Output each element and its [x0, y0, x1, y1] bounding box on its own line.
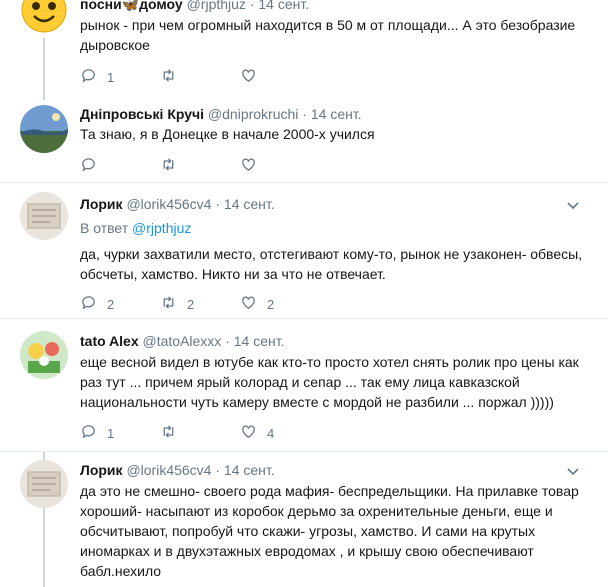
tweet-date[interactable]: 14 сент. — [234, 333, 285, 349]
like-button[interactable] — [240, 67, 267, 87]
reply-button[interactable]: 1 — [80, 423, 114, 443]
separator: · — [215, 462, 221, 478]
like-button[interactable] — [240, 156, 267, 176]
tweet-text: рынок - при чем огромный находится в 50 … — [80, 17, 576, 53]
like-icon — [240, 294, 257, 314]
user-name[interactable]: Лорик — [80, 462, 123, 478]
tweet[interactable]: Лорик @lorik456cv4 · 14 сент. да это не … — [0, 452, 608, 587]
tweet[interactable]: Лорик @lorik456cv4 · 14 сент. В ответ @r… — [0, 183, 608, 318]
user-handle[interactable]: @rjpthjuz — [187, 0, 246, 12]
reply-button[interactable]: 1 — [80, 67, 114, 87]
like-count: 4 — [267, 425, 275, 441]
retweet-button[interactable] — [160, 67, 187, 87]
retweet-icon — [160, 156, 177, 176]
retweet-icon — [160, 423, 177, 443]
user-name[interactable]: посни🦋домоу — [80, 0, 183, 12]
like-button[interactable]: 2 — [240, 294, 274, 314]
reply-count: 2 — [107, 296, 115, 312]
more-chevron-icon[interactable] — [566, 464, 580, 478]
reply-count: 1 — [107, 425, 115, 441]
tweet-date[interactable]: 14 сент. — [224, 196, 275, 212]
like-count: 2 — [267, 296, 275, 312]
user-handle[interactable]: @lorik456cv4 — [126, 462, 211, 478]
retweet-icon — [160, 67, 177, 87]
tweet-text: Та знаю, я в Донецке в начале 2000-х учи… — [80, 126, 375, 142]
like-icon — [240, 423, 257, 443]
avatar[interactable] — [20, 460, 68, 508]
reply-icon — [80, 294, 97, 314]
reply-mention-link[interactable]: @rjpthjuz — [132, 220, 191, 236]
more-chevron-icon[interactable] — [566, 198, 580, 212]
retweet-button[interactable]: 2 — [160, 294, 194, 314]
tweet-date[interactable]: 14 сент. — [224, 462, 275, 478]
reply-icon — [80, 156, 97, 176]
avatar[interactable] — [20, 192, 68, 240]
user-handle[interactable]: @dniprokruchi — [208, 106, 298, 122]
reply-count: 1 — [107, 69, 115, 85]
user-name[interactable]: tato Alex — [80, 333, 139, 349]
tweet[interactable]: посни🦋домоу @rjpthjuz · 14 сент. рынок -… — [0, 0, 608, 100]
avatar[interactable] — [20, 105, 68, 153]
retweet-count: 2 — [187, 296, 195, 312]
tweet[interactable]: tato Alex @tatoAlexxx · 14 сент. еще вес… — [0, 319, 608, 451]
reply-button[interactable]: 2 — [80, 294, 114, 314]
user-handle[interactable]: @lorik456cv4 — [126, 196, 211, 212]
like-icon — [240, 67, 257, 87]
tweet[interactable]: Дніпровські Кручі @dniprokruchi · 14 сен… — [0, 100, 608, 182]
separator: · — [225, 333, 230, 349]
retweet-icon — [160, 294, 177, 314]
avatar[interactable] — [20, 331, 68, 379]
tweet-date[interactable]: 14 сент. — [258, 0, 309, 12]
avatar[interactable] — [20, 0, 68, 34]
retweet-button[interactable] — [160, 156, 187, 176]
like-icon — [240, 156, 257, 176]
separator: · — [249, 0, 255, 12]
reply-icon — [80, 423, 97, 443]
separator: · — [215, 196, 221, 212]
user-name[interactable]: Дніпровські Кручі — [80, 106, 204, 122]
retweet-button[interactable] — [160, 423, 187, 443]
tweet-date[interactable]: 14 сент. — [311, 106, 362, 122]
reply-icon — [80, 67, 97, 87]
like-button[interactable]: 4 — [240, 423, 274, 443]
reply-button[interactable] — [80, 156, 107, 176]
user-handle[interactable]: @tatoAlexxx — [143, 333, 222, 349]
tweet-text: да это не смешно- своего рода мафия- бес… — [80, 483, 579, 579]
tweet-text: еще весной видел в ютубе как кто-то прос… — [80, 354, 579, 410]
tweet-text: да, чурки захватили место, отстегивают к… — [80, 246, 583, 282]
user-name[interactable]: Лорик — [80, 196, 123, 212]
reply-prefix: В ответ — [80, 220, 129, 236]
separator: · — [302, 106, 307, 122]
